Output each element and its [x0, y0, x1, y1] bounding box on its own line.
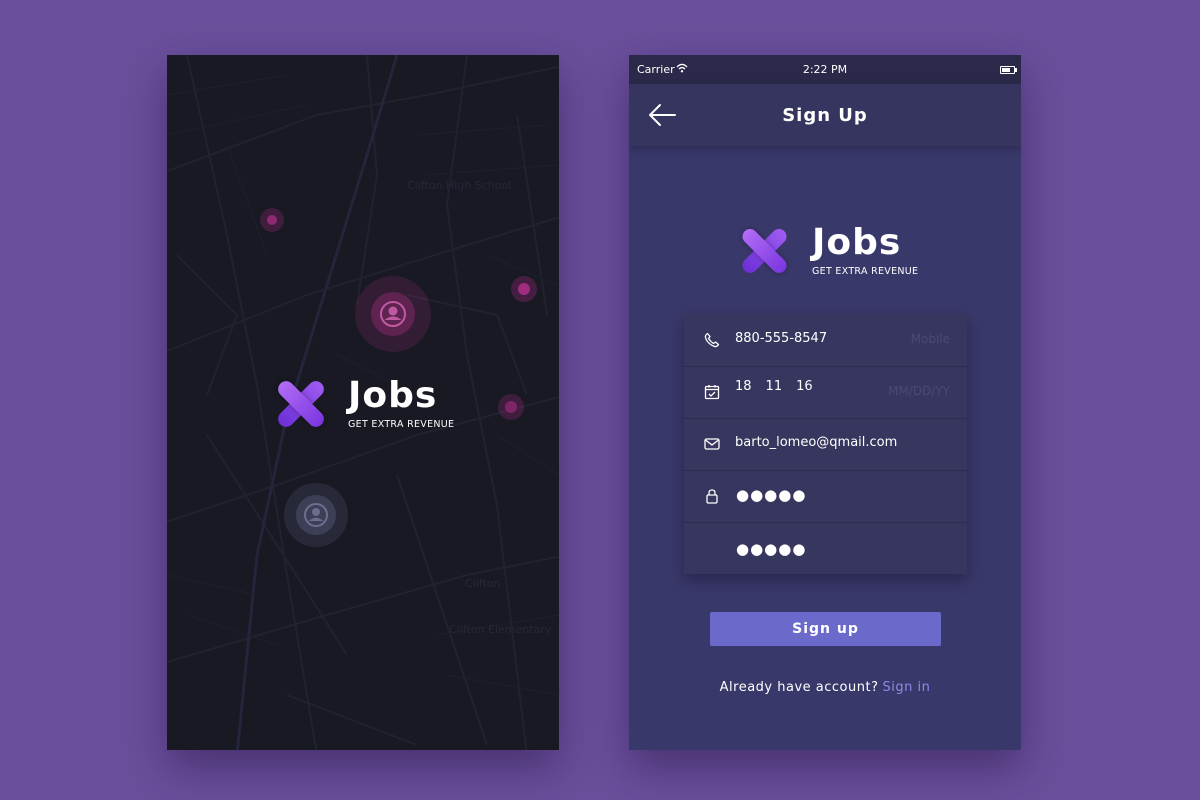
battery-icon — [1000, 66, 1017, 74]
brand-name: Jobs — [348, 375, 438, 416]
lock-icon — [706, 489, 718, 504]
splash-logo: Jobs GET EXTRA REVENUE — [274, 375, 455, 431]
map-label: Clifton Elementary — [449, 623, 552, 636]
brand-tagline: GET EXTRA REVENUE — [812, 266, 919, 277]
user-pin-icon — [304, 503, 328, 527]
signin-link[interactable]: Sign in — [882, 680, 930, 695]
mobile-placeholder: Mobile — [910, 332, 950, 346]
map-label: Clifton — [465, 577, 501, 590]
email-field[interactable]: barto_lomeo@qmail.com — [684, 418, 967, 471]
mobile-field[interactable]: 880-555-8547 Mobile — [684, 314, 967, 367]
x-cross-icon — [738, 225, 790, 277]
x-cross-icon — [274, 377, 328, 431]
calendar-check-icon — [704, 385, 720, 400]
signup-form: 880-555-8547 Mobile 18 11 16 MM/DD/YY bart… — [684, 314, 967, 574]
splash-screen: Clifton High School Clifton Clifton Elem… — [167, 55, 559, 750]
mobile-value[interactable]: 880-555-8547 — [735, 331, 827, 346]
map-pin-dot — [505, 401, 517, 413]
email-value[interactable]: barto_lomeo@qmail.com — [735, 435, 897, 450]
phone-icon — [704, 332, 720, 348]
map-pin-user[interactable] — [284, 483, 348, 547]
status-time: 2:22 PM — [802, 63, 848, 76]
password-value[interactable]: ●●●●● — [736, 486, 806, 504]
confirm-password-value[interactable]: ●●●●● — [736, 540, 806, 558]
brand-tagline: GET EXTRA REVENUE — [348, 419, 455, 430]
password-field[interactable]: ●●●●● — [684, 470, 967, 523]
signup-screen: Carrier 2:22 PM Sign Up Jobs GET EXTRA R… — [629, 55, 1021, 750]
date-month[interactable]: 18 — [735, 379, 752, 394]
brand-name: Jobs — [812, 222, 902, 263]
signin-prompt: Already have account? Sign in — [629, 680, 1021, 695]
map-pin-small[interactable] — [498, 394, 524, 420]
map-pin-dot — [518, 283, 530, 295]
nav-bar: Sign Up — [629, 84, 1021, 146]
signup-button[interactable]: Sign up — [710, 612, 941, 646]
map-pin-small[interactable] — [260, 208, 284, 232]
confirm-password-field[interactable]: ●●●●● — [684, 522, 967, 574]
map-pin-small[interactable] — [511, 276, 537, 302]
already-have-account-text: Already have account? — [719, 680, 879, 695]
map-pin-user-active[interactable] — [355, 276, 431, 352]
date-year[interactable]: 16 — [796, 379, 813, 394]
date-placeholder: MM/DD/YY — [888, 384, 950, 398]
map-pin-dot — [267, 215, 277, 225]
user-pin-icon — [380, 301, 406, 327]
signup-logo: Jobs GET EXTRA REVENUE — [738, 222, 919, 277]
date-day[interactable]: 11 — [766, 379, 783, 394]
map-label: Clifton High School — [407, 179, 512, 192]
status-bar: Carrier 2:22 PM — [629, 55, 1021, 84]
page-title: Sign Up — [782, 105, 868, 126]
date-field[interactable]: 18 11 16 MM/DD/YY — [684, 366, 967, 419]
envelope-icon — [704, 438, 720, 450]
